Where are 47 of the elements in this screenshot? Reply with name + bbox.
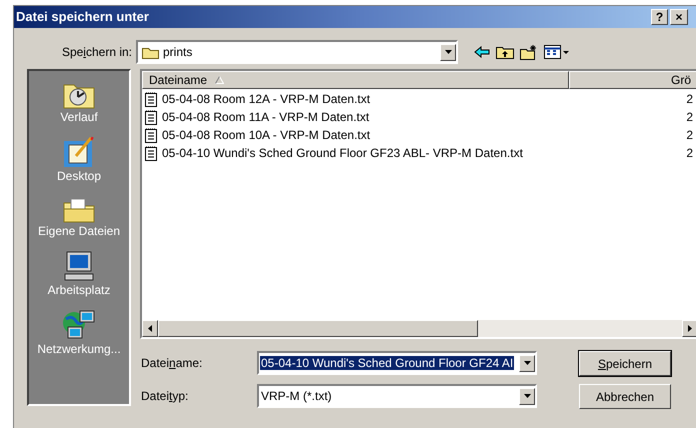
field-label: Dateiname: [140, 355, 204, 372]
network-globe-icon [62, 309, 96, 341]
help-button[interactable]: ? [651, 9, 668, 25]
scroll-thumb[interactable] [158, 320, 478, 337]
file-name[interactable]: 05-04-08 Room 10A - VRP-M Daten.txt [162, 126, 578, 144]
file-size: 2 [685, 91, 694, 108]
text-file-icon [145, 110, 157, 124]
text-file-icon [145, 92, 157, 106]
save-in-dropdown[interactable]: prints [136, 40, 458, 64]
text-file-icon [145, 128, 157, 142]
view-menu-icon[interactable] [544, 45, 570, 59]
folder-icon [142, 46, 159, 58]
horizontal-scrollbar[interactable] [142, 320, 696, 337]
file-size: 2 [685, 109, 694, 126]
back-arrow-icon[interactable] [474, 46, 490, 58]
computer-icon [62, 250, 95, 282]
window-title: Datei speichern unter [16, 8, 150, 26]
place-label[interactable]: Netzwerkumg... [37, 341, 121, 357]
left-arrow-icon [148, 325, 152, 332]
text-file-icon [145, 146, 157, 160]
desktop-pencil-icon [63, 136, 95, 168]
place-label[interactable]: Arbeitsplatz [48, 282, 110, 298]
field-label: Dateityp: [140, 388, 190, 405]
file-name[interactable]: 05-04-10 Wundi's Sched Ground Floor GF23 ABL- VRP-M Daten.txt [162, 144, 578, 162]
field-value: 05-04-10 Wundi's Sched Ground Floor GF24 AI [260, 356, 514, 370]
place-label[interactable]: Verlauf [60, 109, 98, 125]
place-label[interactable]: Eigene Dateien [38, 223, 120, 239]
close-button[interactable]: × [670, 9, 688, 25]
column-header[interactable]: Dateiname [142, 71, 569, 89]
save-button[interactable]: Speichern [579, 351, 671, 376]
scroll-left-button[interactable] [142, 320, 158, 337]
up-folder-icon[interactable] [496, 45, 514, 59]
filename-field[interactable]: 05-04-10 Wundi's Sched Ground Floor GF24 AI [257, 351, 537, 375]
scroll-right-button[interactable] [682, 320, 696, 337]
save-in-label: Speichern in: [60, 44, 133, 61]
filetype-dropdown[interactable]: VRP-M (*.txt) [257, 384, 537, 408]
cancel-button[interactable]: Abbrechen [579, 384, 671, 409]
file-size: 2 [685, 127, 694, 144]
file-size: 2 [685, 145, 694, 162]
field-value: VRP-M (*.txt) [260, 389, 333, 403]
file-name[interactable]: 05-04-08 Room 12A - VRP-M Daten.txt [162, 90, 578, 108]
save-in-value: prints [163, 44, 194, 61]
new-folder-icon[interactable] [520, 44, 538, 60]
place-label[interactable]: Desktop [56, 168, 102, 184]
column-header[interactable]: Grö [569, 71, 696, 89]
file-name[interactable]: 05-04-08 Room 11A - VRP-M Daten.txt [162, 108, 578, 126]
right-arrow-icon [688, 325, 692, 332]
